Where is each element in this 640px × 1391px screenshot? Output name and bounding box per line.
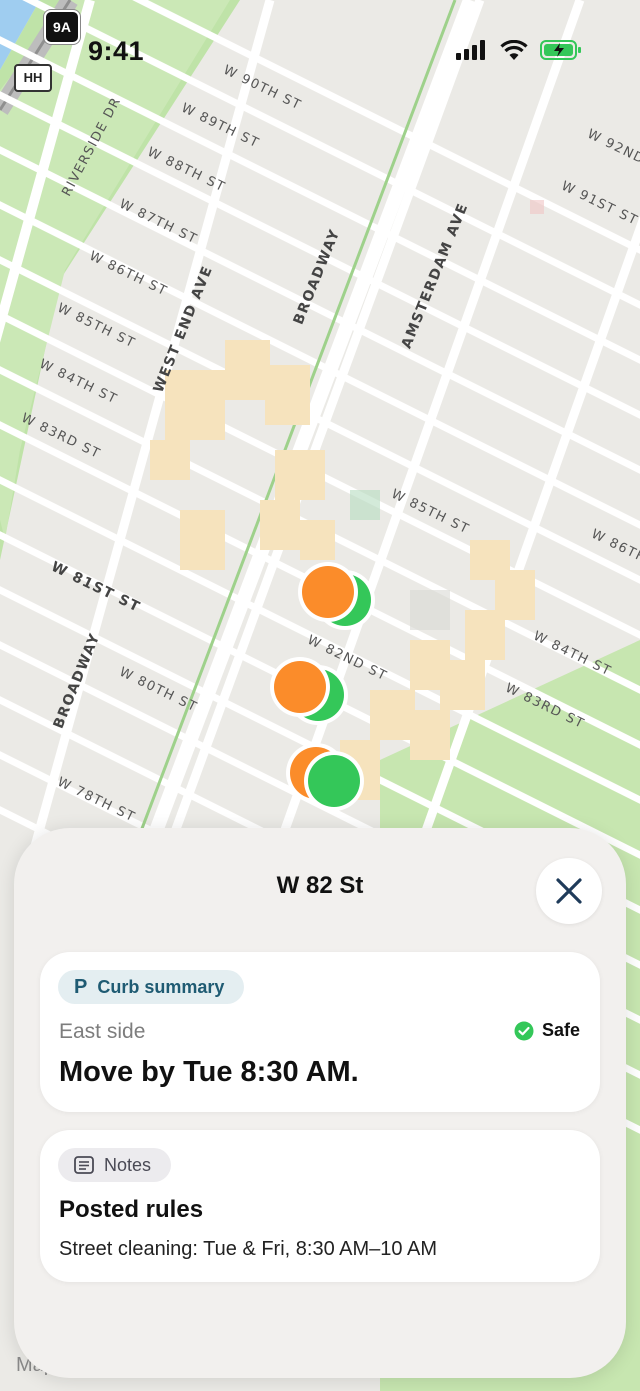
bottom-sheet: W 82 St P Curb summary East side Safe Mo…	[14, 828, 626, 1378]
notes-rule: Street cleaning: Tue & Fri, 8:30 AM–10 A…	[59, 1238, 437, 1260]
notes-icon	[74, 1156, 94, 1174]
side-label: East side	[59, 1020, 146, 1043]
notes-pill: Notes	[58, 1148, 172, 1182]
parking-icon: P	[74, 975, 88, 998]
curb-summary-label: Curb summary	[97, 976, 225, 997]
notes-title: Posted rules	[59, 1196, 204, 1223]
curb-summary-card[interactable]: P Curb summary East side Safe Move by Tu…	[40, 952, 600, 1112]
hh-badge: HH	[14, 64, 52, 92]
move-by-headline: Move by Tue 8:30 AM.	[59, 1056, 359, 1088]
status-icons	[456, 40, 582, 60]
route-shield: 9A	[44, 10, 80, 44]
close-button[interactable]	[536, 858, 602, 924]
cellular-signal-icon	[456, 40, 485, 60]
curb-summary-pill: P Curb summary	[58, 970, 245, 1004]
notes-card[interactable]: Notes Posted rules Street cleaning: Tue …	[40, 1130, 600, 1282]
notes-label: Notes	[104, 1154, 152, 1175]
status-badge: Safe	[514, 1020, 580, 1041]
status-time: 9:41	[88, 36, 145, 66]
checkmark-circle-icon	[514, 1021, 534, 1040]
status-text: Safe	[541, 1020, 580, 1040]
close-icon	[556, 878, 582, 904]
wifi-icon	[500, 40, 528, 60]
battery-charging-icon	[540, 40, 581, 60]
sheet-title: W 82 St	[276, 872, 364, 899]
